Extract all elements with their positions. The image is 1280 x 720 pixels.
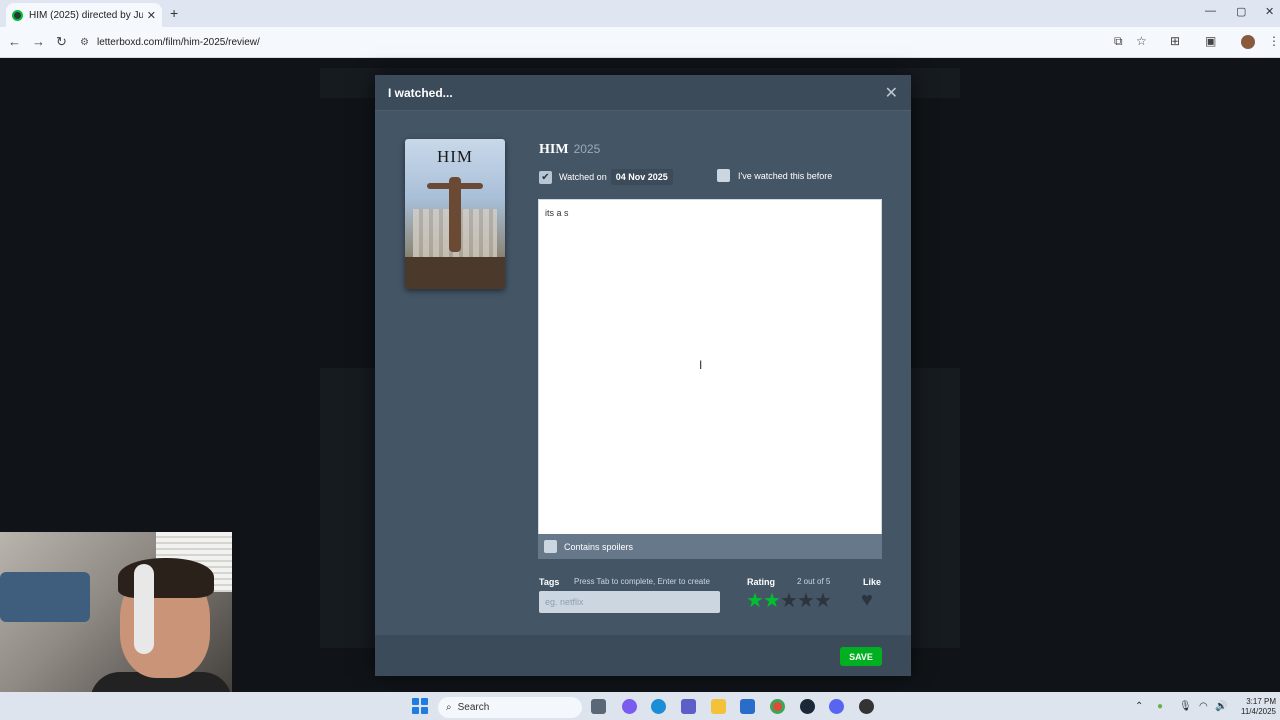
site-settings-icon[interactable]: ⚙: [80, 37, 89, 48]
spoilers-label: Contains spoilers: [564, 541, 634, 552]
film-poster: HIM: [405, 139, 505, 289]
tray-overflow-icon[interactable]: ⌃: [1135, 701, 1143, 712]
extensions-icon[interactable]: ⊞: [1170, 34, 1180, 48]
spoilers-checkbox[interactable]: [544, 540, 557, 553]
side-panel-icon[interactable]: ▣: [1205, 34, 1216, 48]
spoiler-bar: Contains spoilers: [538, 534, 882, 559]
edge-app-icon[interactable]: [651, 699, 666, 714]
poster-title: HIM: [436, 147, 474, 166]
star-rating[interactable]: ★ ★ ★ ★ ★: [746, 590, 832, 612]
rewatch-label: I've watched this before: [738, 170, 833, 181]
browser-toolbar: ← → ↻ ⚙ letterboxd.com/film/him-2025/rev…: [0, 27, 1280, 58]
teams-app-icon[interactable]: [681, 699, 696, 714]
text-cursor-icon: I: [699, 358, 703, 372]
modal-footer: [375, 635, 911, 676]
watched-date-field[interactable]: 04 Nov 2025: [610, 169, 673, 185]
forward-arrow-icon[interactable]: →: [32, 34, 45, 49]
steam-app-icon[interactable]: [800, 699, 815, 714]
tags-input[interactable]: [539, 591, 720, 613]
profile-avatar[interactable]: [1241, 35, 1255, 49]
poster-ground: [405, 257, 505, 289]
rating-star-icon[interactable]: ★: [814, 590, 832, 612]
like-label: Like: [863, 577, 882, 587]
windows-start-icon[interactable]: [412, 698, 428, 714]
rewatch-row: I've watched this before: [717, 169, 832, 182]
letterboxd-favicon-icon: [12, 9, 23, 21]
reload-icon[interactable]: ↻: [56, 34, 67, 50]
url-text: letterboxd.com/film/him-2025/review/: [96, 36, 260, 48]
webcam-person-hair: [118, 558, 214, 598]
minimize-button[interactable]: —: [1205, 5, 1216, 17]
back-arrow-icon[interactable]: ←: [8, 34, 21, 49]
address-bar[interactable]: ⚙ letterboxd.com/film/him-2025/review/: [80, 30, 1100, 54]
save-button[interactable]: SAVE: [840, 647, 882, 666]
install-app-icon[interactable]: ⧉: [1114, 34, 1123, 49]
tray-app-icon[interactable]: ●: [1157, 701, 1163, 712]
rating-star-icon[interactable]: ★: [797, 590, 815, 612]
new-tab-button[interactable]: +: [170, 5, 178, 21]
webcam-headset: [134, 564, 154, 654]
tab-title: HIM (2025) directed by Justin T: [29, 9, 143, 21]
search-icon: ⌕: [446, 702, 452, 713]
rating-star-icon[interactable]: ★: [746, 590, 764, 612]
bookmark-star-icon[interactable]: ☆: [1136, 34, 1147, 48]
taskbar-search-label: Search: [457, 702, 490, 713]
taskbar-clock[interactable]: 3:17 PM 11/4/2025: [1232, 697, 1276, 717]
log-film-modal: I watched... ✕ HIM HIM 2025 ✔ Watched on…: [375, 75, 911, 676]
maximize-button[interactable]: ▢: [1236, 5, 1246, 18]
watched-on-row: ✔ Watched on 04 Nov 2025: [539, 169, 673, 185]
rating-star-icon[interactable]: ★: [763, 590, 781, 612]
obs-app-icon[interactable]: [859, 699, 874, 714]
volume-icon[interactable]: 🔊: [1215, 701, 1227, 712]
file-view-app-icon[interactable]: [591, 699, 606, 714]
modal-title: I watched...: [388, 85, 453, 100]
rating-text: 2 out of 5: [797, 577, 831, 586]
review-textarea[interactable]: [538, 199, 882, 535]
copilot-app-icon[interactable]: [622, 699, 637, 714]
heart-icon[interactable]: ♥: [861, 589, 873, 612]
tab-close-icon[interactable]: ✕: [147, 9, 156, 22]
tags-hint: Press Tab to complete, Enter to create: [574, 577, 710, 586]
rating-star-icon[interactable]: ★: [780, 590, 798, 612]
menu-kebab-icon[interactable]: ⋮: [1268, 34, 1280, 48]
watched-on-checkbox[interactable]: ✔: [539, 170, 552, 184]
clock-time: 3:17 PM: [1246, 697, 1276, 706]
watched-on-label: Watched on: [559, 172, 607, 182]
chrome-app-icon[interactable]: [770, 699, 785, 714]
file-explorer-icon[interactable]: [711, 699, 726, 714]
wifi-icon[interactable]: ◠: [1199, 701, 1208, 712]
windows-taskbar: [0, 692, 1280, 720]
browser-tab-bar: HIM (2025) directed by Justin T ✕ + — ▢ …: [0, 0, 1280, 27]
webcam-laundry-basket: [0, 572, 90, 622]
film-year: 2025: [573, 142, 601, 156]
close-icon[interactable]: ✕: [885, 83, 898, 103]
microphone-icon[interactable]: 🎙: [1179, 701, 1192, 712]
rating-label: Rating: [747, 577, 775, 587]
rewatch-checkbox[interactable]: [717, 169, 730, 182]
clock-date: 11/4/2025: [1241, 707, 1276, 716]
discord-app-icon[interactable]: [829, 699, 844, 714]
store-app-icon[interactable]: [740, 699, 755, 714]
window-close-button[interactable]: ✕: [1265, 5, 1274, 18]
poster-figure: [449, 177, 461, 252]
modal-header: I watched... ✕: [375, 75, 911, 111]
film-title: HIM: [539, 142, 569, 157]
tags-label: Tags: [539, 577, 560, 587]
film-heading: HIM 2025: [539, 142, 600, 158]
taskbar-search[interactable]: ⌕ Search: [438, 697, 582, 718]
browser-tab[interactable]: HIM (2025) directed by Justin T ✕: [6, 3, 162, 27]
